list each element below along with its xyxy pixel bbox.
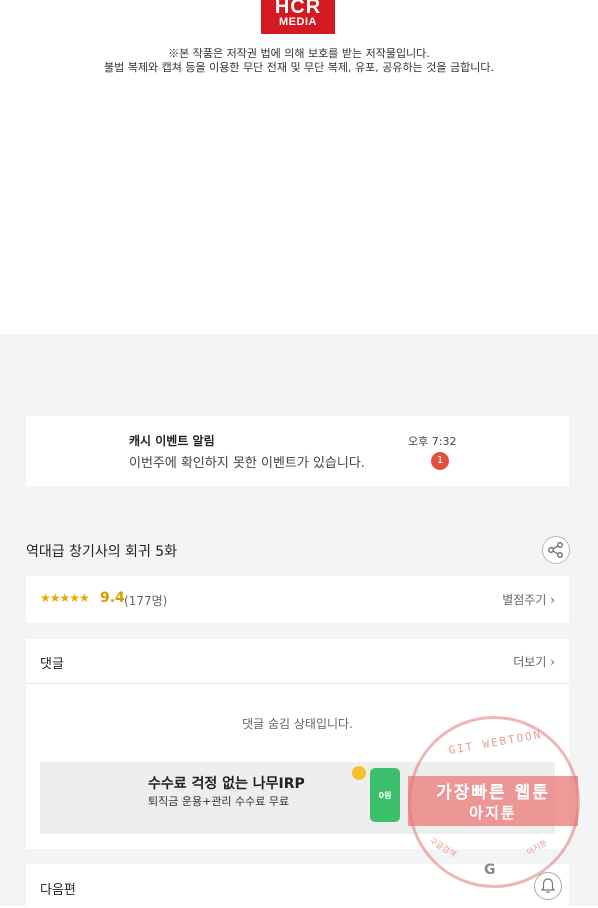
comments-hidden-message: 댓글 숨김 상태입니다. <box>242 717 353 731</box>
rating-count: (177명) <box>124 594 168 608</box>
ad-phone-badge: 0원 <box>378 791 392 800</box>
notification-count-badge: 1 <box>431 452 449 470</box>
rating-stars-icon: ★★★★★ <box>40 591 90 605</box>
bell-icon <box>540 878 556 894</box>
next-episode-section[interactable]: 다음편 <box>26 864 569 908</box>
comments-header: 댓글 <box>40 657 64 672</box>
share-button[interactable] <box>542 536 570 564</box>
episode-title: 역대급 창기사의 회귀 5화 <box>26 544 178 560</box>
copyright-notice-line2: 불법 복제와 캡쳐 등을 이용한 무단 전재 및 무단 복제, 유포, 공유하는… <box>104 61 494 74</box>
publisher-logo: HCR MEDIA <box>261 0 335 34</box>
share-icon <box>548 542 563 558</box>
ad-subline: 퇴직금 운용+관리 수수료 무료 <box>148 795 290 808</box>
comic-end-area: HCR MEDIA ※본 작품은 저작권 법에 의해 보호를 받는 저작물입니다… <box>0 0 598 334</box>
logo-text-bottom: MEDIA <box>279 16 317 28</box>
give-rating-link[interactable]: 별점주기 › <box>502 591 555 608</box>
phone-illustration: 0원 <box>370 768 400 822</box>
next-episode-header: 다음편 <box>40 883 76 898</box>
ad-banner[interactable]: 수수료 걱정 없는 나무IRP 퇴직금 운용+관리 수수료 무료 0원 <box>40 762 555 834</box>
notification-message: 이번주에 확인하지 못한 이벤트가 있습니다. <box>129 456 365 471</box>
notification-bell-button[interactable] <box>534 872 562 900</box>
rating-row: ★★★★★ 9.4 (177명) 별점주기 › <box>26 576 569 623</box>
notification-title: 캐시 이벤트 알림 <box>129 434 215 448</box>
notification-time: 오후 7:32 <box>408 435 457 448</box>
rating-score: 9.4 <box>100 590 125 606</box>
episode-footer: 캐시 이벤트 알림 이번주에 확인하지 못한 이벤트가 있습니다. 오후 7:3… <box>0 334 598 908</box>
comments-section: 댓글 더보기 › 댓글 숨김 상태입니다. 수수료 걱정 없는 나무IRP 퇴직… <box>26 639 569 849</box>
cash-event-notification[interactable]: 캐시 이벤트 알림 이번주에 확인하지 못한 이벤트가 있습니다. 오후 7:3… <box>26 416 569 486</box>
ad-headline: 수수료 걱정 없는 나무IRP <box>148 776 305 792</box>
divider <box>26 683 569 684</box>
logo-text-top: HCR <box>274 0 322 18</box>
coin-icon <box>352 766 366 780</box>
comments-more-link[interactable]: 더보기 › <box>513 653 555 670</box>
